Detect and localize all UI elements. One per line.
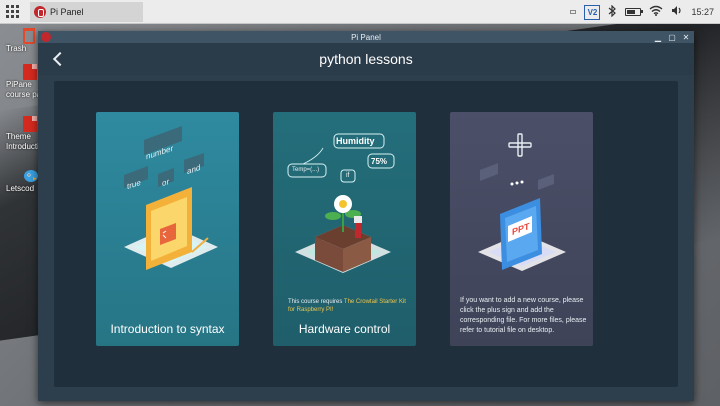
- art-word: Temp=(...): [292, 167, 320, 173]
- desktop-icon-label: Theme: [6, 132, 31, 141]
- taskbar-item-label: Pi Panel: [50, 7, 84, 17]
- taskbar-item-pi-panel[interactable]: Pi Panel: [30, 2, 143, 22]
- desktop-icon-theme-intro[interactable]: Theme Introducti: [0, 116, 40, 152]
- vnc-icon[interactable]: V2: [584, 4, 601, 20]
- letscode-app-icon: [23, 168, 38, 184]
- desktop-icon-label: course pa: [6, 90, 42, 99]
- desktop-icon-label: Letscod: [6, 184, 35, 193]
- minimize-button[interactable]: ▁: [654, 33, 662, 42]
- desktop-icon-label: Introducti: [6, 142, 39, 151]
- course-card-hardware[interactable]: Humidity Temp=(...) if 75% This course r…: [273, 112, 416, 346]
- pi-panel-app-icon: [34, 6, 46, 18]
- desktop-icon-trash[interactable]: Trash: [0, 28, 40, 54]
- clock: 15:27: [691, 7, 714, 17]
- bluetooth-icon[interactable]: [608, 4, 617, 20]
- desktop-icon-label: Trash: [6, 44, 27, 53]
- add-course-description: If you want to add a new course, please …: [460, 297, 587, 334]
- art-word: if: [346, 172, 350, 179]
- art-word: Humidity: [336, 136, 375, 146]
- window-titlebar[interactable]: Pi Panel ▁ ▢ ✕: [38, 31, 694, 43]
- system-tray: V2 15:27: [570, 0, 720, 24]
- window-controls: ▁ ▢ ✕: [654, 31, 690, 43]
- battery-icon[interactable]: [625, 8, 644, 16]
- wifi-icon[interactable]: [649, 5, 663, 19]
- course-requirement-note: This course requires The Crowtail Starte…: [288, 298, 406, 314]
- maximize-button[interactable]: ▢: [668, 33, 676, 42]
- add-course-plus-icon[interactable]: [508, 133, 532, 157]
- art-word: 75%: [371, 157, 388, 166]
- trash-icon: [23, 28, 35, 44]
- app-grid-icon[interactable]: [0, 0, 24, 24]
- page-title: python lessons: [319, 51, 413, 67]
- window-rect-icon[interactable]: [570, 10, 577, 14]
- course-list: number true or and Introduction to synta…: [54, 81, 678, 387]
- card-title: Hardware control: [298, 322, 391, 336]
- note-text: This course requires: [288, 299, 344, 305]
- pi-panel-app-icon: [41, 32, 51, 42]
- chevron-left-icon[interactable]: [50, 51, 66, 67]
- add-course-card[interactable]: PPT If you want to add a new course, ple…: [450, 112, 593, 346]
- desktop-icon-pipanel-course[interactable]: PiPane course pa: [0, 64, 42, 100]
- page-header: python lessons: [38, 43, 694, 75]
- desktop-icon-letscode[interactable]: Letscod: [0, 168, 40, 194]
- pi-panel-window: Pi Panel ▁ ▢ ✕ python lessons number tru…: [38, 31, 694, 401]
- course-card-syntax[interactable]: number true or and Introduction to synta…: [96, 112, 239, 346]
- taskbar: Pi Panel V2 15:27: [0, 0, 720, 24]
- pdf-icon: [23, 64, 37, 80]
- desktop-icon-label: PiPane: [6, 80, 32, 89]
- window-title: Pi Panel: [351, 32, 381, 42]
- pdf-icon: [23, 116, 37, 132]
- card-title: Introduction to syntax: [110, 322, 225, 336]
- volume-icon[interactable]: [671, 5, 683, 19]
- close-button[interactable]: ✕: [682, 33, 690, 42]
